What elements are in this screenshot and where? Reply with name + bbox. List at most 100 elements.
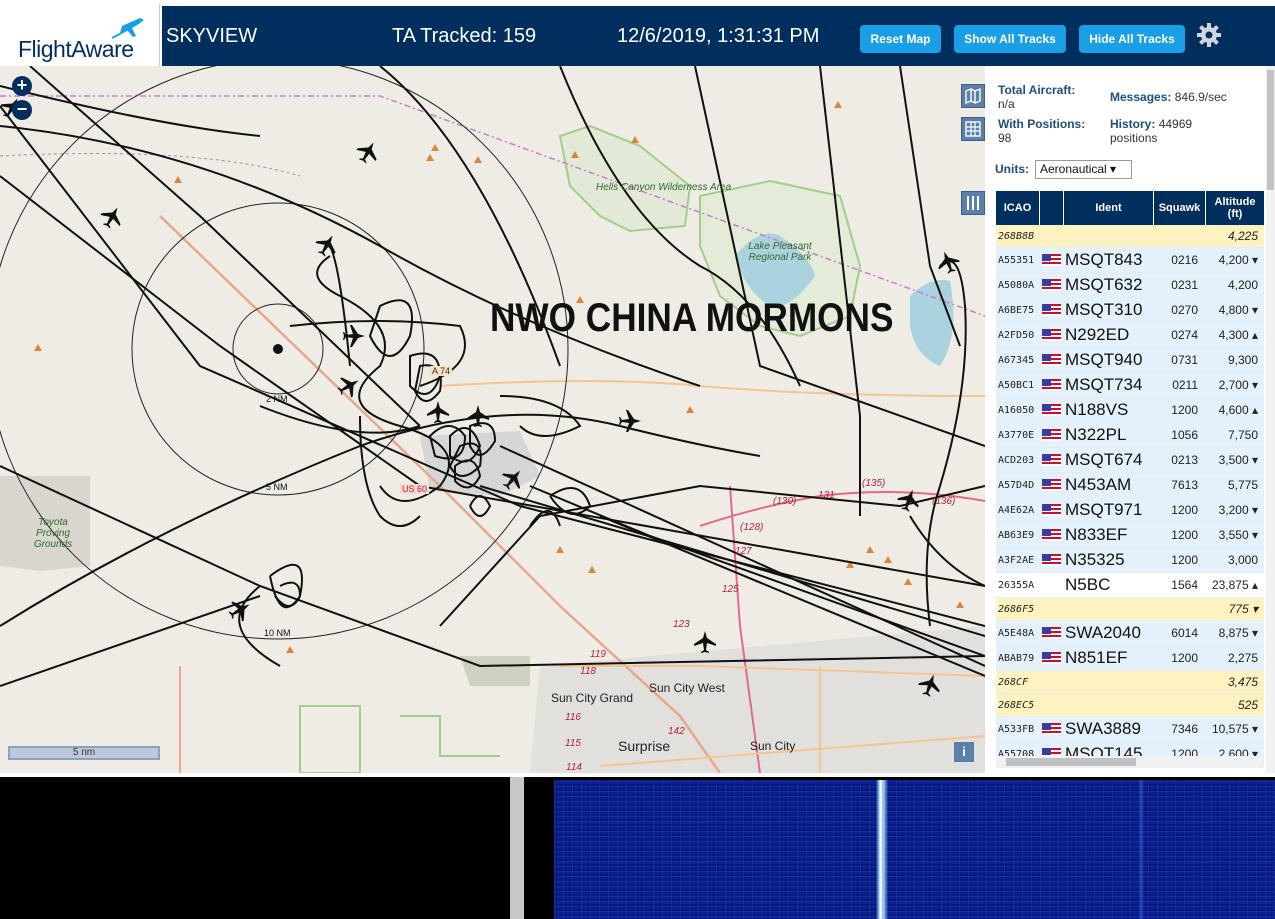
show-all-tracks-button[interactable]: Show All Tracks	[954, 25, 1066, 53]
road-number: 114	[566, 762, 582, 773]
icao-cell: 268B8B	[998, 230, 1035, 242]
flag-cell	[1042, 373, 1062, 397]
table-row[interactable]: A2FD50 N292ED 0274 4,300 ▴	[996, 323, 1264, 348]
road-number: 131	[818, 490, 835, 501]
table-row[interactable]: 268EC5 525	[996, 694, 1264, 717]
us-flag-icon	[1042, 529, 1061, 541]
hide-all-tracks-button[interactable]: Hide All Tracks	[1079, 25, 1185, 53]
road-number: (128)	[740, 522, 764, 533]
flightaware-logo[interactable]: FlightAware	[0, 4, 160, 66]
icao-cell: A3770E	[998, 429, 1035, 441]
map-canvas[interactable]	[0, 66, 985, 773]
flag-cell	[1042, 348, 1062, 372]
ident-cell: SWA3889	[1065, 719, 1141, 738]
squawk-cell: 1056	[1171, 428, 1198, 442]
squawk-cell: 0270	[1171, 303, 1198, 317]
road-number: (130)	[773, 496, 797, 507]
flag-cell	[1042, 694, 1062, 716]
ident-cell: N35325	[1065, 550, 1125, 569]
squawk-cell: 7346	[1171, 722, 1198, 736]
table-row[interactable]: A57D4D N453AM 7613 5,775	[996, 473, 1264, 498]
altitude-cell: 2,700 ▾	[1218, 378, 1258, 392]
horizontal-scrollbar[interactable]	[996, 756, 1262, 768]
squawk-cell: 0211	[1172, 378, 1198, 392]
place-sun-city-west: Sun City West	[649, 681, 725, 695]
road-number: 123	[673, 619, 690, 630]
ident-cell: MSQT310	[1065, 300, 1143, 319]
ring-label-5nm: 5 NM	[266, 482, 288, 492]
table-row[interactable]: A50BC1 MSQT734 0211 2,700 ▾	[996, 373, 1264, 398]
flag-cell	[1042, 646, 1062, 670]
flag-cell	[1042, 548, 1062, 572]
zoom-in-icon[interactable]: +	[12, 76, 32, 96]
place-hells-canyon: Hells Canyon Wilderness Area	[596, 182, 732, 193]
skyview-app: FlightAware SKYVIEW TA Tracked: 159 12/6…	[0, 0, 1275, 919]
table-row[interactable]: A67345 MSQT940 0731 9,300	[996, 348, 1264, 373]
table-row[interactable]: A3F2AE N35325 1200 3,000	[996, 548, 1264, 573]
table-row[interactable]: 268CF 3,475	[996, 671, 1264, 694]
vertical-scrollbar[interactable]	[1266, 66, 1275, 773]
scroll-thumb[interactable]	[1267, 70, 1274, 190]
icao-cell: A55351	[998, 254, 1035, 266]
table-row[interactable]: A3770E N322PL 1056 7,750	[996, 423, 1264, 448]
with-positions-value: 98	[998, 131, 1012, 145]
map-view[interactable]: Hells Canyon Wilderness Area Lake Pleasa…	[0, 66, 985, 773]
squawk-cell: 1200	[1171, 651, 1198, 665]
scroll-thumb[interactable]	[1006, 758, 1136, 766]
scale-bar: 5 nm	[8, 746, 160, 760]
table-row[interactable]: A533FB SWA3889 7346 10,575 ▾	[996, 717, 1264, 742]
squawk-cell	[1154, 671, 1204, 693]
table-row[interactable]: 2686F5 775 ▾	[996, 598, 1264, 621]
map-layers-icon[interactable]	[961, 84, 985, 108]
icao-cell: A50BC1	[998, 379, 1035, 391]
table-row[interactable]: 268B8B 4,225	[996, 225, 1264, 248]
column-squawk[interactable]: Squawk	[1154, 191, 1206, 225]
flag-cell	[1042, 473, 1062, 497]
table-row[interactable]: ACD203 MSQT674 0213 3,500 ▾	[996, 448, 1264, 473]
column-ident[interactable]: Ident	[1064, 191, 1154, 225]
table-row[interactable]: A5E48A SWA2040 6014 8,875 ▾	[996, 621, 1264, 646]
datetime: 12/6/2019, 1:31:31 PM	[617, 25, 820, 47]
flag-cell	[1042, 248, 1062, 272]
columns-icon[interactable]	[961, 191, 985, 215]
units-select[interactable]: Aeronautical ▾	[1035, 160, 1132, 179]
table-row[interactable]: A4E62A MSQT971 1200 3,200 ▾	[996, 498, 1264, 523]
table-row[interactable]: A55351 MSQT843 0216 4,200 ▾	[996, 248, 1264, 273]
us-flag-icon	[1042, 279, 1061, 291]
table-row[interactable]: ABAB79 N851EF 1200 2,275	[996, 646, 1264, 671]
altitude-cell: 3,200 ▾	[1218, 503, 1258, 517]
table-row[interactable]: A16050 N188VS 1200 4,600 ▴	[996, 398, 1264, 423]
road-number: 118	[580, 666, 596, 677]
table-row[interactable]: A6BE75 MSQT310 0270 4,800 ▾	[996, 298, 1264, 323]
ident-cell: SWA2040	[1065, 623, 1141, 642]
column-icao[interactable]: ICAO	[996, 191, 1040, 225]
column-flag[interactable]	[1040, 191, 1064, 225]
gear-icon[interactable]	[1196, 22, 1222, 48]
flag-cell	[1042, 225, 1062, 247]
place-toyota: Toyota Proving Grounds	[33, 517, 73, 550]
icao-cell: 268CF	[998, 676, 1029, 688]
altitude-cell: 9,300	[1227, 353, 1258, 367]
ident-cell: N851EF	[1065, 648, 1128, 667]
altitude-cell: 3,500 ▾	[1218, 453, 1258, 467]
ident-cell: N453AM	[1065, 475, 1132, 494]
grid-icon[interactable]	[961, 117, 985, 141]
flag-cell	[1042, 598, 1062, 620]
reset-map-button[interactable]: Reset Map	[860, 25, 941, 53]
us-flag-icon	[1042, 652, 1061, 664]
table-row[interactable]: AB63E9 N833EF 1200 3,550 ▾	[996, 523, 1264, 548]
info-icon[interactable]: i	[954, 742, 974, 762]
zoom-out-icon[interactable]: −	[12, 100, 32, 120]
table-row[interactable]: A5080A MSQT632 0231 4,200	[996, 273, 1264, 298]
icao-cell: A533FB	[998, 723, 1035, 735]
panel-divider	[510, 777, 524, 919]
icao-cell: A3F2AE	[998, 554, 1035, 566]
table-row[interactable]: 26355A N5BC 1564 23,875 ▴	[996, 573, 1264, 598]
flag-cell	[1042, 323, 1062, 347]
road-a74: A 74	[430, 366, 453, 376]
ring-label-2nm: 2 NM	[266, 394, 288, 404]
column-altitude[interactable]: Altitude (ft)	[1206, 191, 1264, 225]
ident-cell: MSQT940	[1065, 350, 1143, 369]
icao-cell: 26355A	[998, 579, 1035, 591]
altitude-cell: 525	[1237, 698, 1258, 712]
